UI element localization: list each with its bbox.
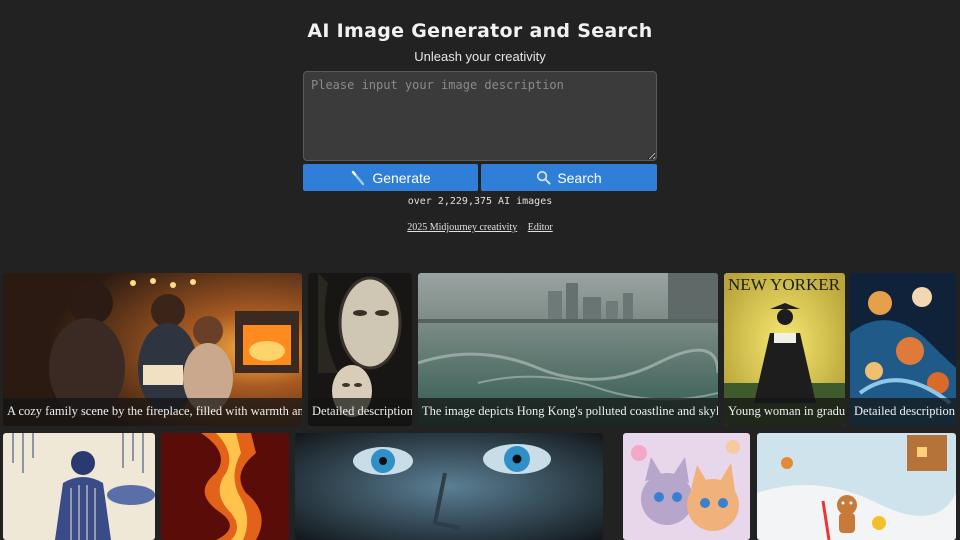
search-button[interactable]: Search [481, 164, 657, 191]
midjourney-link[interactable]: 2025 Midjourney creativity [407, 222, 517, 233]
page-title: AI Image Generator and Search [307, 20, 653, 42]
generate-button-label: Generate [372, 169, 431, 186]
gallery-card-woman-sketch[interactable] [3, 433, 155, 540]
gallery-card-family-fireplace[interactable]: A cozy family scene by the fireplace, fi… [3, 273, 302, 426]
gallery-card-gingerbread[interactable] [757, 433, 956, 540]
gallery-caption: Detailed description c [850, 398, 956, 426]
gallery-card-floral[interactable]: Detailed description c [850, 273, 956, 426]
gallery-caption: Detailed description c [308, 398, 412, 426]
gallery-caption: A cozy family scene by the fireplace, fi… [3, 398, 302, 426]
gallery-card-portrait-mask[interactable]: Detailed description c [308, 273, 412, 426]
page-subtitle: Unleash your creativity [414, 49, 546, 64]
magic-wand-icon [350, 170, 366, 186]
gallery-card-hong-kong[interactable]: The image depicts Hong Kong's polluted c… [418, 273, 718, 426]
prompt-textarea[interactable] [303, 71, 657, 161]
gallery-card-fire[interactable] [161, 433, 289, 540]
blue-eyes-face-image [295, 433, 603, 540]
image-count: over 2,229,375 AI images [407, 196, 553, 207]
fire-image [161, 433, 289, 540]
gallery-card-eyes[interactable] [295, 433, 603, 540]
gingerbread-scene-image [757, 433, 956, 540]
woman-sketch-image [3, 433, 155, 540]
kittens-image [623, 433, 750, 540]
footer-links: 2025 Midjourney creativity Editor [0, 222, 960, 233]
search-button-label: Search [557, 169, 602, 186]
generate-button[interactable]: Generate [303, 164, 478, 191]
gallery-caption: The image depicts Hong Kong's polluted c… [418, 398, 718, 426]
magazine-masthead: NEW YORKER [728, 275, 841, 294]
gallery-caption: Young woman in gradua [724, 398, 845, 426]
gallery-card-kittens[interactable] [623, 433, 750, 540]
gallery-card-magazine-cover[interactable]: NEW YORKER Young woman in gradua [724, 273, 845, 426]
editor-link[interactable]: Editor [528, 222, 553, 233]
search-icon [536, 170, 551, 185]
